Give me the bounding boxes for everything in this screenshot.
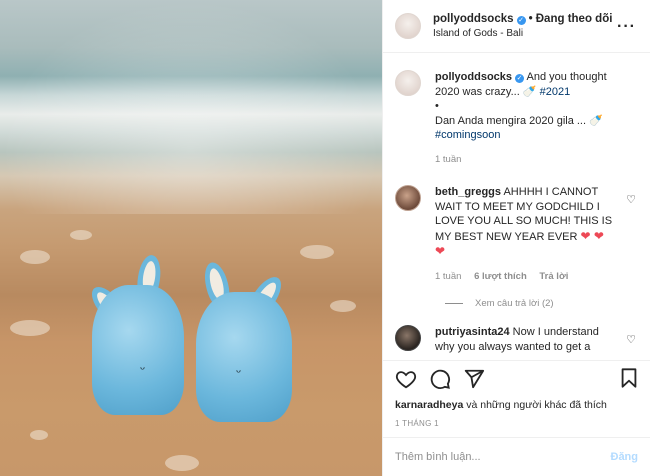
liked-by-text[interactable]: và những người khác đã thích (466, 399, 607, 411)
hashtag-link[interactable]: #comingsoon (435, 129, 500, 141)
caption-row: pollyoddsocks ✓ And you thought 2020 was… (395, 70, 638, 167)
bookmark-icon[interactable] (618, 367, 640, 389)
post-comment-button[interactable]: Đăng (611, 451, 639, 463)
liked-by-username[interactable]: karnaradheya (395, 399, 463, 411)
post-date[interactable]: 1 THÁNG 1 (395, 419, 638, 428)
caption-line2: Dan Anda mengira 2020 gila ... 🍼 (435, 114, 603, 127)
caption-time[interactable]: 1 tuần (435, 154, 461, 165)
bootie-face: ᵕ (140, 363, 146, 378)
verified-badge-icon: ✓ (515, 74, 525, 83)
comment-row: putriyasinta24 Now I understand why you … (395, 325, 638, 354)
comment-icon[interactable] (429, 368, 451, 390)
comment-likes[interactable]: 6 lượt thích (474, 271, 527, 282)
comment-row: beth_greggs AHHHH I CANNOT WAIT TO MEET … (395, 185, 638, 284)
avatar[interactable] (395, 13, 421, 39)
heart-icon[interactable] (395, 368, 417, 390)
heart-outline-icon[interactable]: ♡ (626, 333, 636, 346)
reply-button[interactable]: Trả lời (539, 271, 568, 282)
post-side-panel: pollyoddsocks ✓ • Đang theo dõi Island o… (382, 0, 650, 476)
share-icon[interactable] (463, 368, 485, 390)
comment-input[interactable] (395, 451, 611, 463)
following-button[interactable]: Đang theo dõi (536, 13, 613, 25)
pebble (20, 250, 50, 264)
bootie-body (196, 292, 292, 422)
comment-time[interactable]: 1 tuần (435, 271, 461, 282)
comment-composer: Đăng (383, 437, 650, 476)
comment-username[interactable]: beth_greggs (435, 186, 501, 198)
pebble (70, 230, 92, 240)
bootie-body (92, 285, 184, 415)
caption-username[interactable]: pollyoddsocks (435, 71, 512, 83)
bootie-face: ᵕ (236, 366, 242, 381)
pebble (165, 455, 199, 471)
header-separator: • (528, 13, 533, 25)
header-username[interactable]: pollyoddsocks (433, 13, 514, 25)
likes-summary: karnaradheya và những người khác đã thíc… (395, 399, 638, 411)
caption-bullet: • (435, 100, 439, 112)
heart-outline-icon[interactable]: ♡ (626, 193, 636, 206)
post-photo[interactable]: ᵕ ᵕ (0, 0, 382, 476)
avatar[interactable] (395, 70, 421, 96)
avatar[interactable] (395, 185, 421, 211)
verified-badge-icon: ✓ (516, 16, 526, 25)
post-header: pollyoddsocks ✓ • Đang theo dõi Island o… (383, 0, 650, 53)
bunny-bootie-left: ᵕ (85, 253, 190, 415)
photo-sea-haze (0, 0, 382, 215)
comments-list[interactable]: pollyoddsocks ✓ And you thought 2020 was… (383, 54, 650, 360)
comment-username[interactable]: putriyasinta24 (435, 326, 510, 338)
more-dots-icon[interactable]: ··· (617, 18, 636, 36)
hashtag-link[interactable]: #2021 (540, 86, 571, 98)
view-replies-button[interactable]: Xem câu trả lời (2) (445, 298, 638, 309)
divider (445, 303, 463, 304)
bunny-bootie-right: ᵕ (192, 260, 296, 422)
post-dialog: ᵕ ᵕ pollyoddsocks ✓ • Đang theo dõi Isla… (0, 0, 650, 476)
avatar[interactable] (395, 325, 421, 351)
pebble (30, 430, 48, 440)
location-link[interactable]: Island of Gods - Bali (433, 28, 612, 39)
view-replies-label: Xem câu trả lời (2) (475, 298, 554, 309)
pebble (330, 300, 356, 312)
pebble (10, 320, 50, 336)
pebble (300, 245, 334, 259)
header-text: pollyoddsocks ✓ • Đang theo dõi Island o… (433, 13, 612, 39)
